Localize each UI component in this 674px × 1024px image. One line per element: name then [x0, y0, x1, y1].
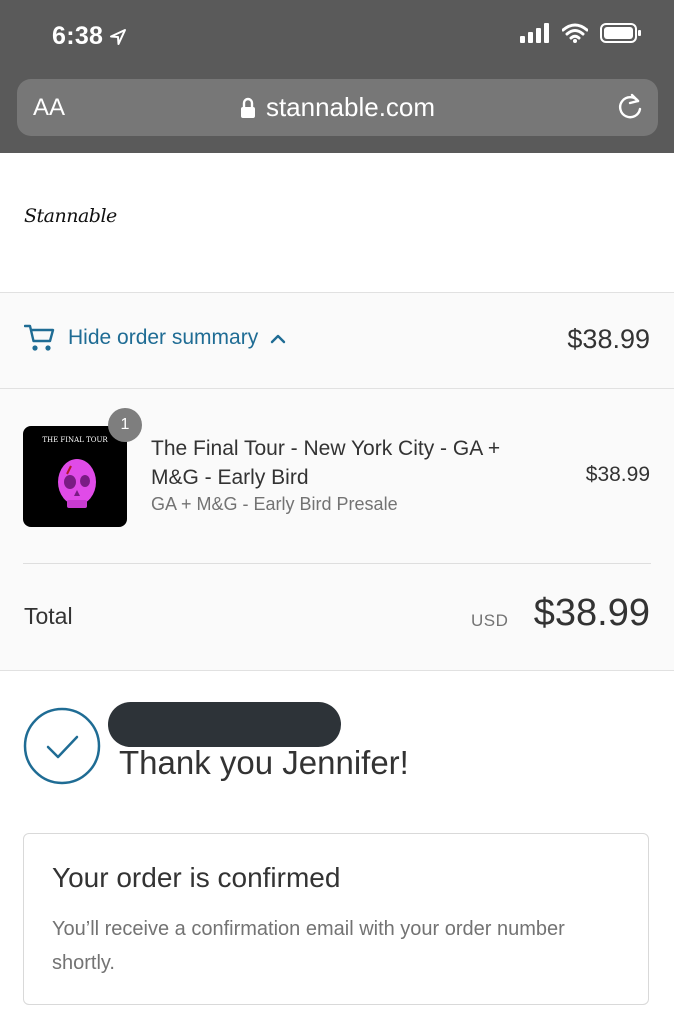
reload-icon[interactable]	[616, 92, 644, 122]
total-label: Total	[24, 603, 73, 629]
clock: 6:38	[52, 22, 104, 50]
product-thumbnail: THE FINAL TOUR	[23, 426, 127, 527]
order-summary-toggle-bar: Hide order summary $38.99	[0, 293, 674, 389]
chevron-up-icon	[271, 334, 286, 344]
hide-order-summary-label: Hide order summary	[68, 326, 259, 349]
battery-icon	[600, 23, 641, 43]
product-variant: GA + M&G - Early Bird Presale	[151, 494, 398, 514]
total-currency: USD	[471, 611, 509, 630]
browser-chrome: 6:38 AA stannable.com	[0, 0, 674, 153]
product-name: The Final Tour - New York City - GA + M&…	[151, 437, 501, 489]
wifi-icon	[562, 23, 588, 43]
hide-order-summary-button[interactable]: Hide order summary	[24, 323, 286, 353]
address-bar[interactable]: AA stannable.com	[17, 79, 658, 136]
cart-icon	[24, 324, 55, 351]
url-display[interactable]: stannable.com	[17, 92, 658, 123]
redacted-order-number	[108, 702, 341, 747]
quantity-badge: 1	[108, 408, 142, 442]
order-summary: THE FINAL TOUR The Final Tour - New York…	[0, 389, 674, 671]
order-confirmed-title: Your order is confirmed	[52, 862, 341, 893]
status-time: 6:38	[52, 22, 127, 51]
url-text: stannable.com	[265, 92, 436, 122]
status-indicators	[520, 22, 642, 44]
cellular-signal-icon	[520, 23, 549, 43]
location-arrow-icon	[110, 28, 127, 45]
lock-icon	[240, 97, 255, 118]
summary-total-price: $38.99	[567, 324, 650, 354]
skull-artwork-icon	[58, 459, 96, 508]
confirmation-section: Thank you Jennifer! Your order is confir…	[0, 671, 674, 1024]
summary-divider	[23, 563, 651, 564]
store-header: Stannable	[0, 153, 674, 293]
order-confirmed-box: Your order is confirmed You’ll receive a…	[23, 833, 649, 1005]
thank-you-heading: Thank you Jennifer!	[119, 744, 409, 781]
checkmark-circle-icon	[23, 707, 101, 785]
total-amount: $38.99	[533, 592, 650, 634]
store-logo[interactable]: Stannable	[24, 205, 117, 227]
product-price: $38.99	[585, 463, 650, 486]
order-confirmed-message: You’ll receive a confirmation email with…	[52, 918, 565, 974]
